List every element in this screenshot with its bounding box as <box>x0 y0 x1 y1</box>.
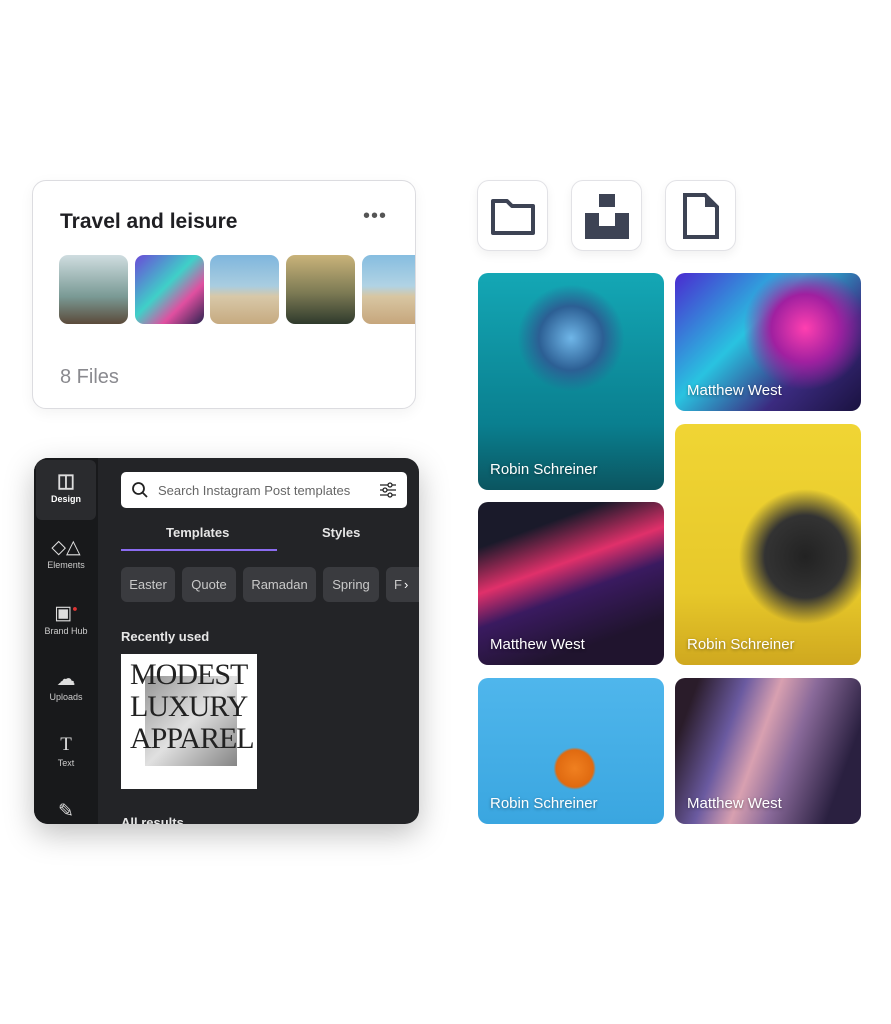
tab-styles[interactable]: Styles <box>322 525 360 540</box>
active-tab-indicator <box>121 549 277 551</box>
cloud-upload-icon: ☁ <box>56 669 76 690</box>
folder-icon <box>490 198 535 235</box>
sidebar-item-brand-hub[interactable]: ▣● Brand Hub <box>36 592 96 652</box>
chevron-right-icon[interactable]: › <box>404 577 408 592</box>
collection-title: Travel and leisure <box>60 210 238 233</box>
thumbnail[interactable] <box>210 255 279 324</box>
photo-credit: Matthew West <box>490 636 585 653</box>
photo-tile[interactable]: Robin Schreiner <box>478 273 664 490</box>
layout-icon: ◫ <box>57 471 75 492</box>
thumbnail[interactable] <box>59 255 128 324</box>
photo-tile[interactable]: Robin Schreiner <box>675 424 861 665</box>
section-recently-used: Recently used <box>121 629 210 644</box>
chip-ramadan[interactable]: Ramadan <box>243 567 316 602</box>
photo-credit: Robin Schreiner <box>687 636 795 653</box>
brand-icon: ▣● <box>54 603 78 624</box>
photo-credit: Matthew West <box>687 795 782 812</box>
sidebar-item-text[interactable]: T Text <box>36 724 96 784</box>
file-button[interactable] <box>665 180 736 251</box>
sidebar: ◫ Design ◇△ Elements ▣● Brand Hub ☁ Uploads … <box>34 458 98 824</box>
sidebar-item-elements[interactable]: ◇△ Elements <box>36 526 96 586</box>
chip-more[interactable]: F › <box>386 567 419 602</box>
file-icon <box>682 192 719 239</box>
photo-credit: Robin Schreiner <box>490 461 598 478</box>
unsplash-button[interactable] <box>571 180 642 251</box>
template-thumbnail[interactable]: MODEST LUXURY APPAREL <box>121 654 257 789</box>
thumbnail[interactable] <box>135 255 204 324</box>
collection-card[interactable]: Travel and leisure ••• 8 Files <box>32 180 416 409</box>
search-input[interactable]: Search Instagram Post templates <box>121 472 407 508</box>
chip-easter[interactable]: Easter <box>121 567 175 602</box>
photo-tile[interactable]: Matthew West <box>675 678 861 824</box>
thumbnail[interactable] <box>362 255 415 324</box>
unsplash-icon <box>584 193 629 239</box>
text-icon: T <box>60 734 72 755</box>
file-count: 8 Files <box>60 366 119 388</box>
tab-templates[interactable]: Templates <box>166 525 229 540</box>
filter-icon[interactable] <box>379 481 397 499</box>
more-horizontal-icon[interactable]: ••• <box>363 205 387 228</box>
folder-button[interactable] <box>477 180 548 251</box>
photo-credit: Robin Schreiner <box>490 795 598 812</box>
sidebar-item-design[interactable]: ◫ Design <box>36 460 96 520</box>
photo-tile[interactable]: Robin Schreiner <box>478 678 664 824</box>
sidebar-item-draw[interactable]: ✎ <box>36 790 96 824</box>
chip-quote[interactable]: Quote <box>182 567 236 602</box>
photo-tile[interactable]: Matthew West <box>675 273 861 411</box>
photo-credit: Matthew West <box>687 382 782 399</box>
search-icon <box>132 482 148 498</box>
sidebar-item-uploads[interactable]: ☁ Uploads <box>36 658 96 718</box>
thumbnail[interactable] <box>286 255 355 324</box>
chip-spring[interactable]: Spring <box>323 567 379 602</box>
photo-tile[interactable]: Matthew West <box>478 502 664 665</box>
editor-panel: ◫ Design ◇△ Elements ▣● Brand Hub ☁ Uploads … <box>34 458 419 824</box>
section-all-results: All results <box>121 815 184 824</box>
shapes-icon: ◇△ <box>51 537 81 558</box>
draw-icon: ✎ <box>58 801 74 822</box>
